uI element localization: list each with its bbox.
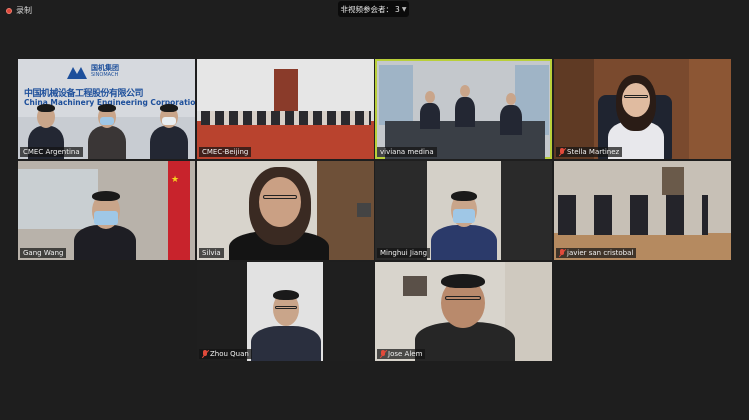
participant-name: viviana medina xyxy=(380,148,434,156)
video-tile-active-speaker[interactable]: viviana medina xyxy=(375,59,552,159)
participant-name: Jose Alem xyxy=(388,350,423,358)
participant-name-tag: viviana medina xyxy=(377,147,437,157)
participant-name: Zhou Quan xyxy=(210,350,249,358)
participant-name-tag: Zhou Quan xyxy=(199,349,252,359)
participant-name: Minghui Jiang xyxy=(380,249,428,257)
video-tile[interactable]: CMEC-Beijing xyxy=(197,59,374,159)
participant-name-tag: Stella Martinez xyxy=(556,147,623,157)
participant-name-tag: javier san cristobal xyxy=(556,248,637,258)
video-tile[interactable]: Zhou Quan xyxy=(197,262,374,361)
video-tile[interactable]: ★ Gang Wang xyxy=(18,161,195,260)
participant-name: CMEC Argentina xyxy=(23,148,80,156)
video-tile[interactable]: Silvia xyxy=(197,161,374,260)
video-tile[interactable]: 国机集团 SINOMACH 中国机械设备工程股份有限公司 China Machi… xyxy=(18,59,195,159)
participant-name: Gang Wang xyxy=(23,249,64,257)
participant-name: Stella Martinez xyxy=(567,148,620,156)
video-tile[interactable]: javier san cristobal xyxy=(554,161,731,260)
participants-label: 非视频参会者： xyxy=(340,4,394,14)
logo-text: 国机集团 xyxy=(91,64,119,72)
participant-name-tag: Gang Wang xyxy=(20,248,67,258)
participant-name-tag: CMEC Argentina xyxy=(20,147,83,157)
mic-muted-icon xyxy=(202,350,208,358)
wall-poster xyxy=(379,65,413,125)
mic-muted-icon xyxy=(559,148,565,156)
mic-muted-icon xyxy=(380,350,386,358)
participants-count: 3 xyxy=(395,4,400,14)
video-tile[interactable]: Minghui Jiang xyxy=(375,161,552,260)
non-video-participants-button[interactable]: 非视频参会者： 3 ▼ xyxy=(338,1,409,17)
recording-indicator[interactable]: 录制 xyxy=(6,5,32,16)
recording-icon xyxy=(6,7,12,14)
chevron-down-icon: ▼ xyxy=(401,5,407,13)
window-blinds xyxy=(554,59,594,159)
recording-label: 录制 xyxy=(16,6,32,15)
participant-name: CMEC-Beijing xyxy=(202,148,249,156)
wall-frame xyxy=(403,276,427,296)
participant-name: javier san cristobal xyxy=(567,249,634,257)
participant-name-tag: CMEC-Beijing xyxy=(199,147,252,157)
mic-muted-icon xyxy=(559,249,565,257)
company-logo: 国机集团 SINOMACH xyxy=(67,65,119,79)
participant-name-tag: Silvia xyxy=(199,248,224,258)
logo-sub: SINOMACH xyxy=(91,72,119,78)
seated-participants xyxy=(558,195,708,235)
seated-participants xyxy=(201,111,371,125)
wall-frame xyxy=(662,167,684,197)
participant-name-tag: Jose Alem xyxy=(377,349,426,359)
logo-icon xyxy=(67,67,87,79)
painting xyxy=(18,169,98,229)
participant-name: Silvia xyxy=(202,249,221,257)
participant-name-tag: Minghui Jiang xyxy=(377,248,431,258)
star-icon: ★ xyxy=(171,175,180,185)
video-tile[interactable]: Jose Alem xyxy=(375,262,552,361)
monitor xyxy=(357,203,371,217)
top-bar: 录制 非视频参会者： 3 ▼ xyxy=(0,0,749,22)
door xyxy=(274,69,298,115)
video-tile[interactable]: Stella Martinez xyxy=(554,59,731,159)
